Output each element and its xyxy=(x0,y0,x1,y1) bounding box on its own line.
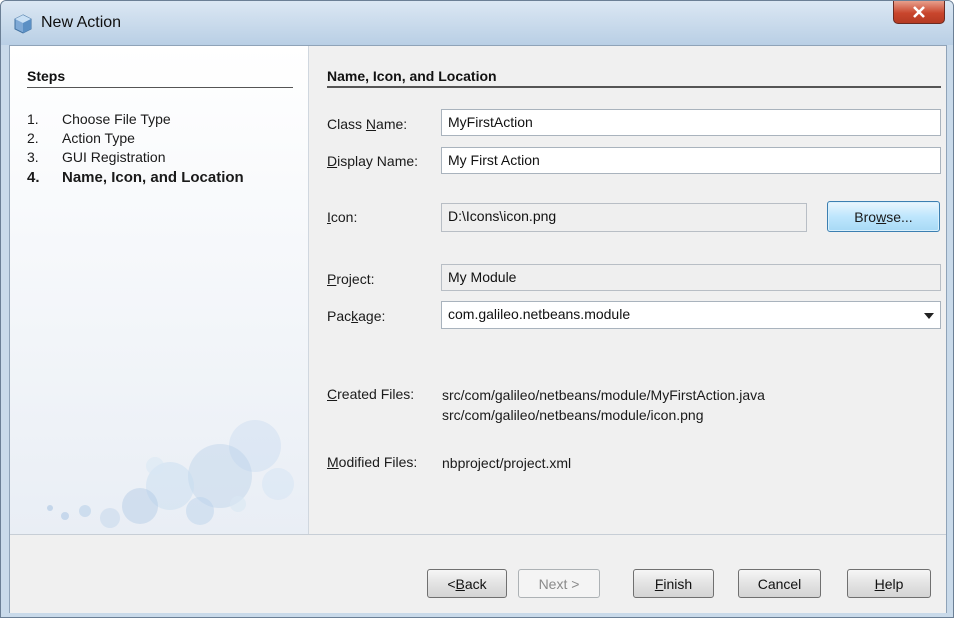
next-button[interactable]: Next > xyxy=(518,569,600,598)
close-icon xyxy=(913,6,925,18)
created-file-item: src/com/galileo/netbeans/module/MyFirstA… xyxy=(442,387,765,403)
step-item-action-type: 2. Action Type xyxy=(27,129,244,148)
mnemonic-letter: M xyxy=(327,454,339,470)
package-selected-value: com.galileo.netbeans.module xyxy=(448,306,631,322)
created-files-list: src/com/galileo/netbeans/module/MyFirstA… xyxy=(442,385,765,425)
button-text: elp xyxy=(884,575,904,592)
package-select[interactable]: com.galileo.netbeans.module xyxy=(441,301,941,329)
label-text: age: xyxy=(358,308,386,324)
label-text: roject: xyxy=(336,271,375,287)
decorative-bubbles-graphic xyxy=(47,420,294,528)
label-text: con: xyxy=(330,209,358,225)
created-file-item: src/com/galileo/netbeans/module/icon.png xyxy=(442,407,704,423)
project-field: My Module xyxy=(441,264,941,291)
mnemonic-letter: P xyxy=(327,271,337,287)
modified-files-label: Modified Files: xyxy=(327,454,417,470)
finish-button[interactable]: Finish xyxy=(633,569,714,598)
label-text: ame: xyxy=(376,116,408,132)
close-button[interactable] xyxy=(893,1,945,24)
step-item-name-icon-location: 4. Name, Icon, and Location xyxy=(27,167,244,189)
new-action-dialog: New Action Steps 1. Choose File Type 2. … xyxy=(0,0,954,618)
content-panel: Name, Icon, and Location Class Name: MyF… xyxy=(309,46,946,534)
step-label: Action Type xyxy=(62,130,135,146)
steps-heading: Steps xyxy=(27,68,293,88)
dialog-button-bar: < Back Next > Finish Cancel Help xyxy=(10,534,946,613)
dialog-client-area: Steps 1. Choose File Type 2. Action Type… xyxy=(9,45,947,613)
label-text: odified Files: xyxy=(338,454,418,470)
package-label: Package: xyxy=(327,308,385,324)
dropdown-arrow-icon[interactable] xyxy=(924,313,934,319)
help-button[interactable]: Help xyxy=(847,569,931,598)
section-title: Name, Icon, and Location xyxy=(327,68,941,88)
class-name-field[interactable]: MyFirstAction xyxy=(441,109,941,136)
netbeans-cube-icon xyxy=(14,14,32,34)
modified-files-list: nbproject/project.xml xyxy=(442,453,571,473)
icon-path-field[interactable]: D:\Icons\icon.png xyxy=(441,203,807,232)
mnemonic-letter: C xyxy=(327,386,338,402)
mnemonic-letter: H xyxy=(874,575,885,592)
button-text: ack xyxy=(464,575,487,592)
step-number: 4. xyxy=(27,169,40,186)
display-name-label: Display Name: xyxy=(327,153,418,169)
button-text: < xyxy=(447,575,456,592)
button-text: inish xyxy=(663,575,693,592)
back-button[interactable]: < Back xyxy=(427,569,507,598)
step-label: Name, Icon, and Location xyxy=(62,169,244,186)
step-number: 3. xyxy=(27,149,39,165)
modified-file-item: nbproject/project.xml xyxy=(442,455,572,471)
mnemonic-letter: D xyxy=(327,153,338,169)
label-text: Pac xyxy=(327,308,352,324)
step-number: 1. xyxy=(27,111,39,127)
step-list: 1. Choose File Type 2. Action Type 3. GU… xyxy=(27,110,244,189)
mnemonic-letter: w xyxy=(876,208,887,225)
step-label: Choose File Type xyxy=(62,111,171,127)
step-item-gui-registration: 3. GUI Registration xyxy=(27,148,244,167)
icon-label: Icon: xyxy=(327,209,357,225)
display-name-field[interactable]: My First Action xyxy=(441,147,941,174)
steps-panel: Steps 1. Choose File Type 2. Action Type… xyxy=(10,46,309,534)
label-text: Class xyxy=(327,116,366,132)
project-label: Project: xyxy=(327,271,374,287)
button-text: Bro xyxy=(854,208,877,225)
step-item-choose-file-type: 1. Choose File Type xyxy=(27,110,244,129)
cancel-button[interactable]: Cancel xyxy=(738,569,821,598)
window-title: New Action xyxy=(41,14,122,31)
label-text: isplay Name: xyxy=(337,153,419,169)
created-files-label: Created Files: xyxy=(327,386,414,402)
step-number: 2. xyxy=(27,130,39,146)
title-bar: New Action xyxy=(1,1,953,45)
browse-button[interactable]: Bro w se... xyxy=(827,201,940,232)
button-text: se... xyxy=(886,208,913,225)
mnemonic-letter: N xyxy=(365,116,377,132)
label-text: reated Files: xyxy=(337,386,415,402)
step-label: GUI Registration xyxy=(62,149,166,165)
class-name-label: Class Name: xyxy=(327,116,407,132)
mnemonic-letter: B xyxy=(455,575,465,592)
mnemonic-letter: F xyxy=(654,575,664,592)
